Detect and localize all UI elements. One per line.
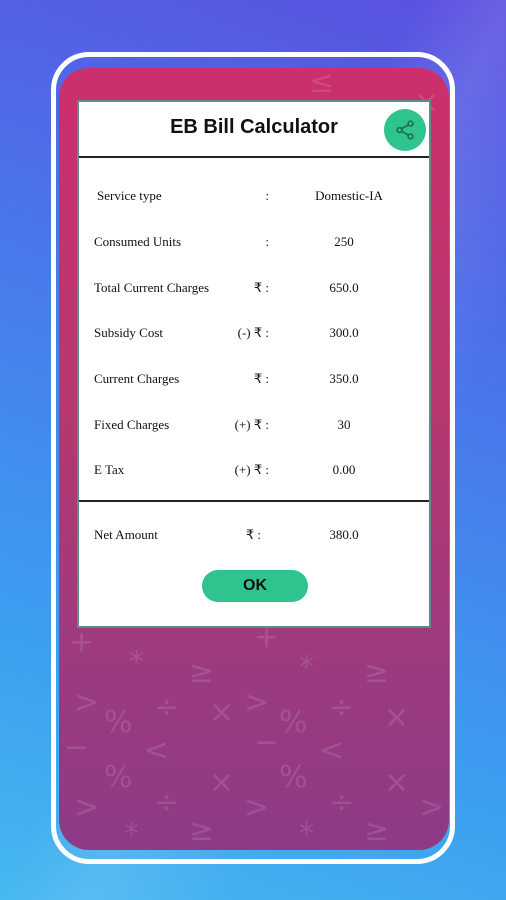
total-divider [79, 500, 429, 502]
row-separator: ₹ : [253, 371, 269, 386]
ok-button[interactable]: OK [202, 570, 308, 602]
row-label: Service type [97, 188, 162, 203]
bg-symbol: > [419, 790, 445, 825]
bg-symbol: > [74, 685, 100, 720]
row-value: 30 [337, 417, 351, 432]
bg-symbol: % [279, 760, 308, 795]
bill-result-dialog: EB Bill Calculator Service type : Domest… [77, 100, 431, 628]
row-label: Current Charges [94, 371, 180, 386]
row-value: 250 [334, 234, 354, 249]
dialog-title: EB Bill Calculator [170, 116, 338, 138]
bg-symbol: × [209, 695, 235, 730]
row-label: Fixed Charges [94, 417, 170, 432]
bg-symbol: % [104, 705, 133, 740]
bg-symbol: > [244, 685, 270, 720]
bg-symbol: * [299, 650, 314, 685]
bg-symbol: < [144, 733, 170, 768]
bg-symbol: ÷ [154, 690, 180, 725]
row-label: Consumed Units [94, 234, 182, 249]
row-e-tax: E Tax (+) ₹ : 0.00 [79, 462, 429, 482]
bg-symbol: × [209, 765, 235, 800]
row-fixed-charges: Fixed Charges (+) ₹ : 30 [79, 417, 429, 437]
bg-symbol: < [319, 733, 345, 768]
row-value: 300.0 [329, 325, 359, 340]
bg-symbol: ÷ [329, 690, 355, 725]
bg-symbol: % [279, 705, 308, 740]
bg-symbol: − [254, 725, 280, 760]
bg-symbol: ≥ [189, 813, 215, 848]
bg-symbol: ≥ [364, 813, 390, 848]
row-separator: (+) ₹ : [234, 417, 269, 432]
bg-symbol: ÷ [329, 785, 355, 820]
row-total-current-charges: Total Current Charges ₹ : 650.0 [79, 280, 429, 300]
bg-symbol: * [124, 817, 139, 850]
row-value: 650.0 [329, 280, 359, 295]
row-separator: (+) ₹ : [234, 462, 269, 477]
row-separator: ₹ : [253, 280, 269, 295]
row-label: Net Amount [94, 527, 158, 542]
row-value: 0.00 [332, 462, 356, 477]
bg-symbol: × [384, 765, 410, 800]
row-subsidy-cost: Subsidy Cost (-) ₹ : 300.0 [79, 325, 429, 345]
row-value: Domestic-IA [315, 188, 383, 203]
row-net-amount: Net Amount ₹ : 380.0 [79, 527, 429, 547]
bg-symbol: ≥ [364, 655, 390, 690]
row-value: 380.0 [329, 527, 359, 542]
row-label: Total Current Charges [94, 280, 210, 295]
bg-symbol: × [384, 700, 410, 735]
row-separator: : [265, 234, 269, 249]
header-divider [79, 156, 429, 158]
bg-symbol: ≥ [189, 655, 215, 690]
row-label: Subsidy Cost [94, 325, 163, 340]
row-separator: : [265, 188, 269, 203]
row-consumed-units: Consumed Units : 250 [79, 234, 429, 254]
row-current-charges: Current Charges ₹ : 350.0 [79, 371, 429, 391]
row-service-type: Service type : Domestic-IA [79, 188, 429, 208]
bg-symbol: > [244, 790, 270, 825]
bg-symbol: ÷ [154, 785, 180, 820]
share-button[interactable] [384, 109, 426, 151]
row-separator: (-) ₹ : [237, 325, 269, 340]
bg-symbol: − [64, 730, 90, 765]
row-label: E Tax [94, 462, 125, 477]
dialog-header: EB Bill Calculator [79, 102, 429, 158]
bg-symbol: + [69, 625, 95, 660]
row-value: 350.0 [329, 371, 359, 386]
share-icon [396, 120, 414, 140]
bg-symbol: * [299, 817, 314, 850]
bg-symbol: ≤ [309, 68, 335, 100]
row-separator: ₹ : [245, 527, 261, 542]
bg-symbol: > [74, 790, 100, 825]
bg-symbol: * [129, 645, 144, 680]
bg-symbol: % [104, 760, 133, 795]
